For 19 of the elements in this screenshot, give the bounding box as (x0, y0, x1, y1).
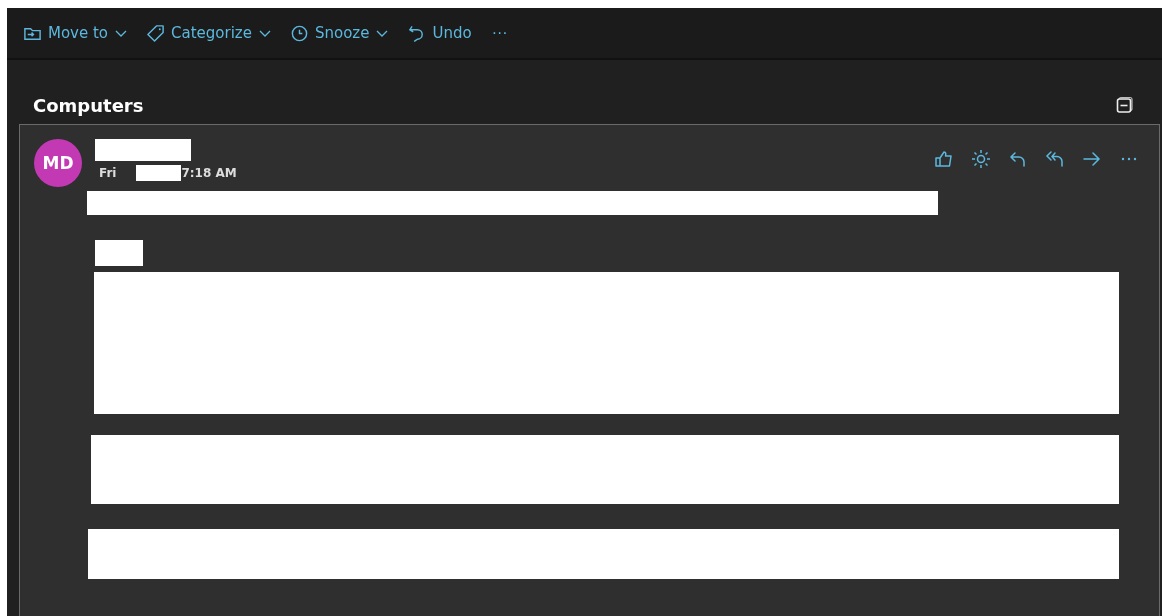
date-text: Fri (99, 166, 117, 180)
redaction-block (95, 240, 143, 266)
avatar: MD (34, 139, 82, 187)
reply-icon[interactable] (1008, 149, 1028, 169)
sun-icon[interactable] (971, 149, 991, 169)
conversation-title: Computers (33, 94, 144, 116)
more-button[interactable]: ··· (483, 20, 516, 46)
thumbs-up-icon[interactable] (934, 149, 954, 169)
toolbar-button[interactable]: Undo (401, 19, 478, 47)
clock-icon (290, 23, 309, 43)
time-text: 7:18 AM (181, 166, 237, 180)
toolbar-button[interactable]: Move to (17, 19, 135, 47)
redaction-block (136, 165, 182, 181)
forward-icon[interactable] (1082, 149, 1102, 169)
tag-icon (146, 23, 166, 43)
toolbar-button[interactable]: Categorize (140, 19, 278, 47)
collapse-icon[interactable] (1116, 96, 1134, 114)
reply-all-icon[interactable] (1045, 149, 1065, 169)
toolbar-button[interactable]: Snooze (284, 19, 396, 47)
